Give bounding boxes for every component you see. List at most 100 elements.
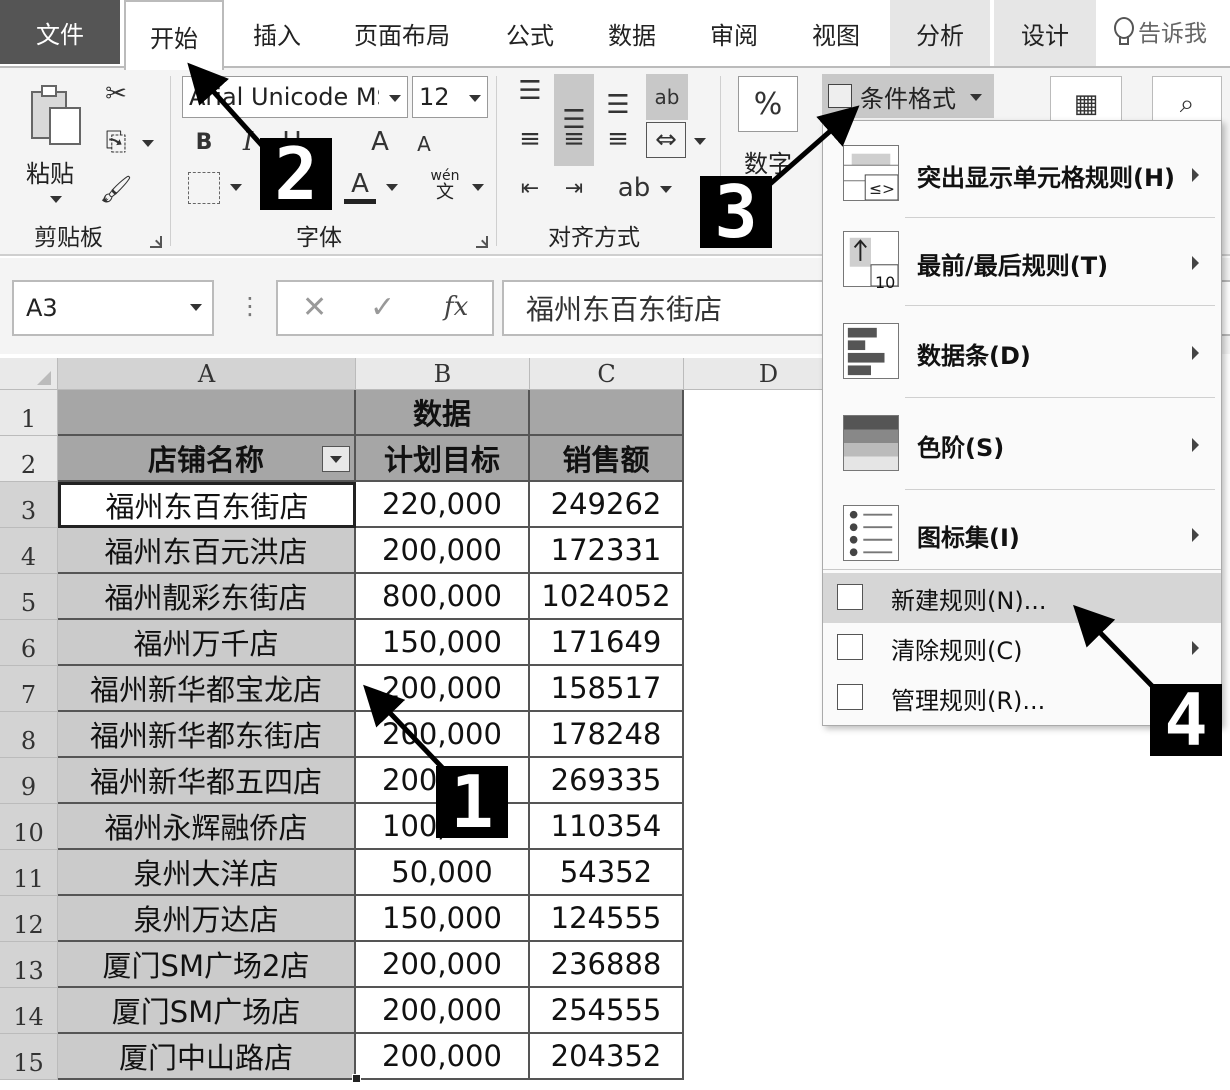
pivot-header-cell[interactable] xyxy=(530,390,684,436)
cut-icon[interactable]: ✂ xyxy=(98,76,134,112)
store-name-cell[interactable]: 厦门SM广场2店 xyxy=(58,942,356,988)
row-header-9[interactable]: 9 xyxy=(0,758,58,804)
bold-button[interactable]: B xyxy=(188,124,220,160)
store-name-cell[interactable]: 厦门中山路店 xyxy=(58,1034,356,1080)
font-name-select[interactable]: Arial Unicode MS xyxy=(182,76,408,118)
field-header-cell[interactable]: 计划目标 xyxy=(356,436,530,482)
sales-cell[interactable]: 110354 xyxy=(530,804,684,850)
align-left-icon[interactable]: ≡ xyxy=(512,122,548,156)
store-name-cell[interactable]: 福州新华都东街店 xyxy=(58,712,356,758)
tab-file[interactable]: 文件 xyxy=(0,0,120,64)
sales-cell[interactable]: 249262 xyxy=(530,482,684,528)
grow-font-button[interactable]: A xyxy=(364,124,396,160)
tab-data[interactable]: 数据 xyxy=(582,0,682,66)
sales-cell[interactable]: 158517 xyxy=(530,666,684,712)
chevron-down-icon[interactable] xyxy=(472,184,484,191)
target-cell[interactable]: 200,000 xyxy=(356,666,530,712)
fill-handle[interactable] xyxy=(352,1074,361,1083)
paste-button[interactable]: 粘贴 xyxy=(20,78,90,208)
target-cell[interactable]: 200,000 xyxy=(356,1034,530,1080)
field-header-cell[interactable]: 销售额 xyxy=(530,436,684,482)
tab-insert[interactable]: 插入 xyxy=(228,0,326,66)
row-header-1[interactable]: 1 xyxy=(0,390,58,436)
menu-highlight-cells-rules[interactable]: ≤> 突出显示单元格规则(H) xyxy=(823,133,1221,217)
align-bottom-icon[interactable]: ☰ xyxy=(600,88,636,122)
menu-data-bars[interactable]: 数据条(D) xyxy=(823,309,1221,397)
copy-icon[interactable]: ⎘ xyxy=(98,124,134,160)
store-name-cell[interactable]: 福州靓彩东街店 xyxy=(58,574,356,620)
phonetic-guide-button[interactable]: wén 文 xyxy=(428,168,462,206)
row-header-12[interactable]: 12 xyxy=(0,896,58,942)
sales-cell[interactable]: 124555 xyxy=(530,896,684,942)
font-launcher-icon[interactable] xyxy=(476,236,488,248)
store-name-cell[interactable]: 福州东百元洪店 xyxy=(58,528,356,574)
menu-icon-sets[interactable]: 图标集(I) xyxy=(823,493,1221,577)
sales-cell[interactable]: 254555 xyxy=(530,988,684,1034)
clipboard-launcher-icon[interactable] xyxy=(150,236,162,248)
tell-me-box[interactable]: 告诉我 xyxy=(1112,14,1207,48)
target-cell[interactable]: 150,000 xyxy=(356,620,530,666)
menu-clear-rules[interactable]: 清除规则(C) xyxy=(823,623,1221,673)
row-header-6[interactable]: 6 xyxy=(0,620,58,666)
tab-home[interactable]: 开始 xyxy=(124,0,224,70)
target-cell[interactable]: 200,000 xyxy=(356,988,530,1034)
tab-design[interactable]: 设计 xyxy=(994,0,1096,66)
sales-cell[interactable]: 172331 xyxy=(530,528,684,574)
enter-icon[interactable]: ✓ xyxy=(370,290,395,325)
chevron-down-icon[interactable] xyxy=(142,140,154,147)
pivot-data-header[interactable]: 数据 xyxy=(356,390,530,436)
shrink-font-button[interactable]: A xyxy=(410,128,438,160)
target-cell[interactable]: 150,000 xyxy=(356,896,530,942)
sales-cell[interactable]: 178248 xyxy=(530,712,684,758)
sales-cell[interactable]: 204352 xyxy=(530,1034,684,1080)
store-name-cell[interactable]: 福州新华都五四店 xyxy=(58,758,356,804)
insert-function-icon[interactable]: fx xyxy=(444,292,468,322)
store-name-cell[interactable]: 福州新华都宝龙店 xyxy=(58,666,356,712)
row-header-10[interactable]: 10 xyxy=(0,804,58,850)
target-cell[interactable]: 220,000 xyxy=(356,482,530,528)
menu-new-rule[interactable]: 新建规则(N)... xyxy=(823,573,1221,623)
row-header-13[interactable]: 13 xyxy=(0,942,58,988)
chevron-down-icon[interactable] xyxy=(694,138,706,145)
sales-cell[interactable]: 54352 xyxy=(530,850,684,896)
sales-cell[interactable]: 269335 xyxy=(530,758,684,804)
menu-color-scales[interactable]: 色阶(S) xyxy=(823,401,1221,489)
borders-icon[interactable] xyxy=(188,172,220,204)
name-box[interactable]: A3 xyxy=(12,280,214,336)
tab-view[interactable]: 视图 xyxy=(786,0,886,66)
row-header-15[interactable]: 15 xyxy=(0,1034,58,1080)
row-header-5[interactable]: 5 xyxy=(0,574,58,620)
row-header-14[interactable]: 14 xyxy=(0,988,58,1034)
store-name-cell[interactable]: 泉州大洋店 xyxy=(58,850,356,896)
select-all-corner[interactable] xyxy=(0,358,58,390)
align-top-icon[interactable]: ☰ xyxy=(512,74,548,108)
store-name-cell[interactable]: 福州东百东街店 xyxy=(58,482,356,528)
tab-analyze[interactable]: 分析 xyxy=(890,0,990,66)
merge-center-icon[interactable]: ⇔ xyxy=(646,122,686,158)
target-cell[interactable]: 800,000 xyxy=(356,574,530,620)
pivot-corner-cell[interactable] xyxy=(58,390,356,436)
align-right-icon[interactable]: ≡ xyxy=(600,122,636,156)
chevron-down-icon[interactable] xyxy=(230,184,242,191)
target-cell[interactable]: 200,000 xyxy=(356,712,530,758)
sales-cell[interactable]: 1024052 xyxy=(530,574,684,620)
percent-button[interactable]: % xyxy=(738,76,798,132)
tab-review[interactable]: 审阅 xyxy=(684,0,784,66)
increase-indent-icon[interactable]: ⇥ xyxy=(556,172,592,204)
row-header-4[interactable]: 4 xyxy=(0,528,58,574)
tab-page-layout[interactable]: 页面布局 xyxy=(334,0,470,66)
font-color-button[interactable]: A xyxy=(344,168,376,204)
align-center-icon[interactable]: ≡ xyxy=(556,122,592,156)
orientation-icon[interactable]: ab xyxy=(616,172,652,204)
store-name-cell[interactable]: 泉州万达店 xyxy=(58,896,356,942)
chevron-down-icon[interactable] xyxy=(386,184,398,191)
row-header-11[interactable]: 11 xyxy=(0,850,58,896)
store-name-cell[interactable]: 福州万千店 xyxy=(58,620,356,666)
row-header-2[interactable]: 2 xyxy=(0,436,58,482)
format-painter-icon[interactable]: 🖌 xyxy=(98,172,134,208)
font-size-select[interactable]: 12 xyxy=(412,76,488,118)
target-cell[interactable]: 50,000 xyxy=(356,850,530,896)
cancel-icon[interactable]: ✕ xyxy=(302,290,327,325)
field-header-cell[interactable]: 店铺名称 xyxy=(58,436,356,482)
menu-top-bottom-rules[interactable]: 10 最前/最后规则(T) xyxy=(823,221,1221,305)
